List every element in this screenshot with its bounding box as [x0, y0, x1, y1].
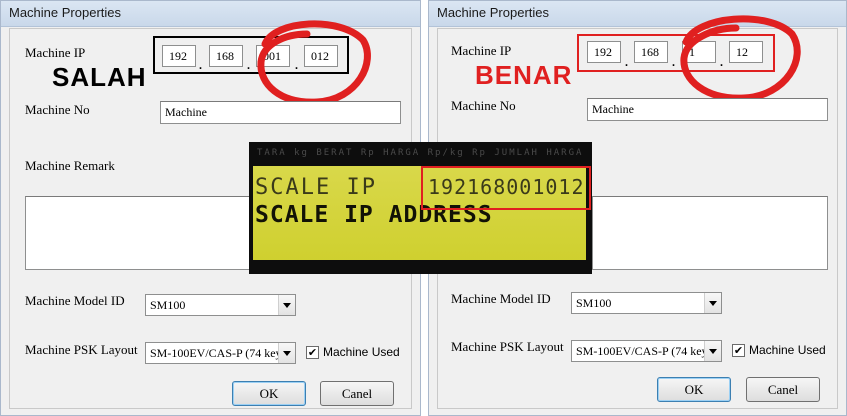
dialog-title: Machine Properties — [437, 5, 549, 20]
red-circle-annotation — [257, 20, 371, 106]
dialog-title: Machine Properties — [9, 5, 121, 20]
machine-no-input[interactable]: Machine — [160, 101, 401, 124]
selected-value: SM100 — [576, 296, 612, 310]
cancel-button[interactable]: Canel — [320, 381, 394, 406]
machine-psk-layout-label: Machine PSK Layout — [25, 342, 138, 357]
lcd-header-labels: TARA kg BERAT Rp HARGA Rp/kg Rp JUMLAH H… — [257, 148, 584, 158]
machine-psk-layout-label: Machine PSK Layout — [451, 339, 564, 354]
machine-remark-textarea[interactable] — [592, 196, 828, 270]
chevron-down-icon[interactable] — [278, 343, 295, 363]
ip-octet-1-input[interactable]: 192 — [162, 45, 196, 67]
verdict-wrong-label: SALAH — [52, 62, 147, 92]
chevron-down-icon[interactable] — [704, 293, 721, 313]
chevron-down-icon[interactable] — [704, 341, 721, 361]
ok-button[interactable]: OK — [657, 377, 731, 402]
red-circle-annotation — [680, 15, 801, 102]
selected-value: SM100 — [150, 298, 186, 312]
machine-model-id-label: Machine Model ID — [451, 291, 551, 306]
machine-model-id-select[interactable]: SM100 — [145, 294, 296, 316]
machine-ip-label: Machine IP — [451, 43, 512, 58]
machine-used-checkbox[interactable]: ✔ — [732, 344, 745, 357]
machine-psk-layout-select[interactable]: SM-100EV/CAS-P (74 key — [571, 340, 722, 362]
machine-used-label: Machine Used — [323, 345, 400, 359]
machine-no-label: Machine No — [451, 98, 516, 113]
machine-no-label: Machine No — [25, 102, 90, 117]
machine-remark-label: Machine Remark — [25, 158, 115, 173]
scale-lcd-photo: TARA kg BERAT Rp HARGA Rp/kg Rp JUMLAH H… — [249, 142, 592, 274]
ip-octet-1-input[interactable]: 192 — [587, 41, 621, 63]
machine-model-id-select[interactable]: SM100 — [571, 292, 722, 314]
ok-button[interactable]: OK — [232, 381, 306, 406]
cancel-button[interactable]: Canel — [746, 377, 820, 402]
machine-used-label: Machine Used — [749, 343, 826, 357]
machine-psk-layout-select[interactable]: SM-100EV/CAS-P (74 key — [145, 342, 296, 364]
machine-model-id-label: Machine Model ID — [25, 293, 125, 308]
ip-octet-2-input[interactable]: 168 — [634, 41, 668, 63]
verdict-correct-label: BENAR — [475, 60, 573, 90]
lcd-ip-highlight-box — [421, 166, 591, 210]
machine-used-checkbox[interactable]: ✔ — [306, 346, 319, 359]
ip-dot: . — [625, 55, 628, 69]
ip-octet-2-input[interactable]: 168 — [209, 45, 243, 67]
ip-dot: . — [199, 58, 202, 72]
machine-no-input[interactable]: Machine — [587, 98, 828, 121]
machine-ip-label: Machine IP — [25, 45, 86, 60]
selected-value: SM-100EV/CAS-P (74 key — [576, 344, 708, 358]
lcd-line-scale-ip: SCALE IP — [255, 175, 377, 200]
chevron-down-icon[interactable] — [278, 295, 295, 315]
selected-value: SM-100EV/CAS-P (74 key — [150, 346, 282, 360]
lcd-screen: SCALE IP 192168001012 SCALE IP ADDRESS — [253, 166, 591, 260]
